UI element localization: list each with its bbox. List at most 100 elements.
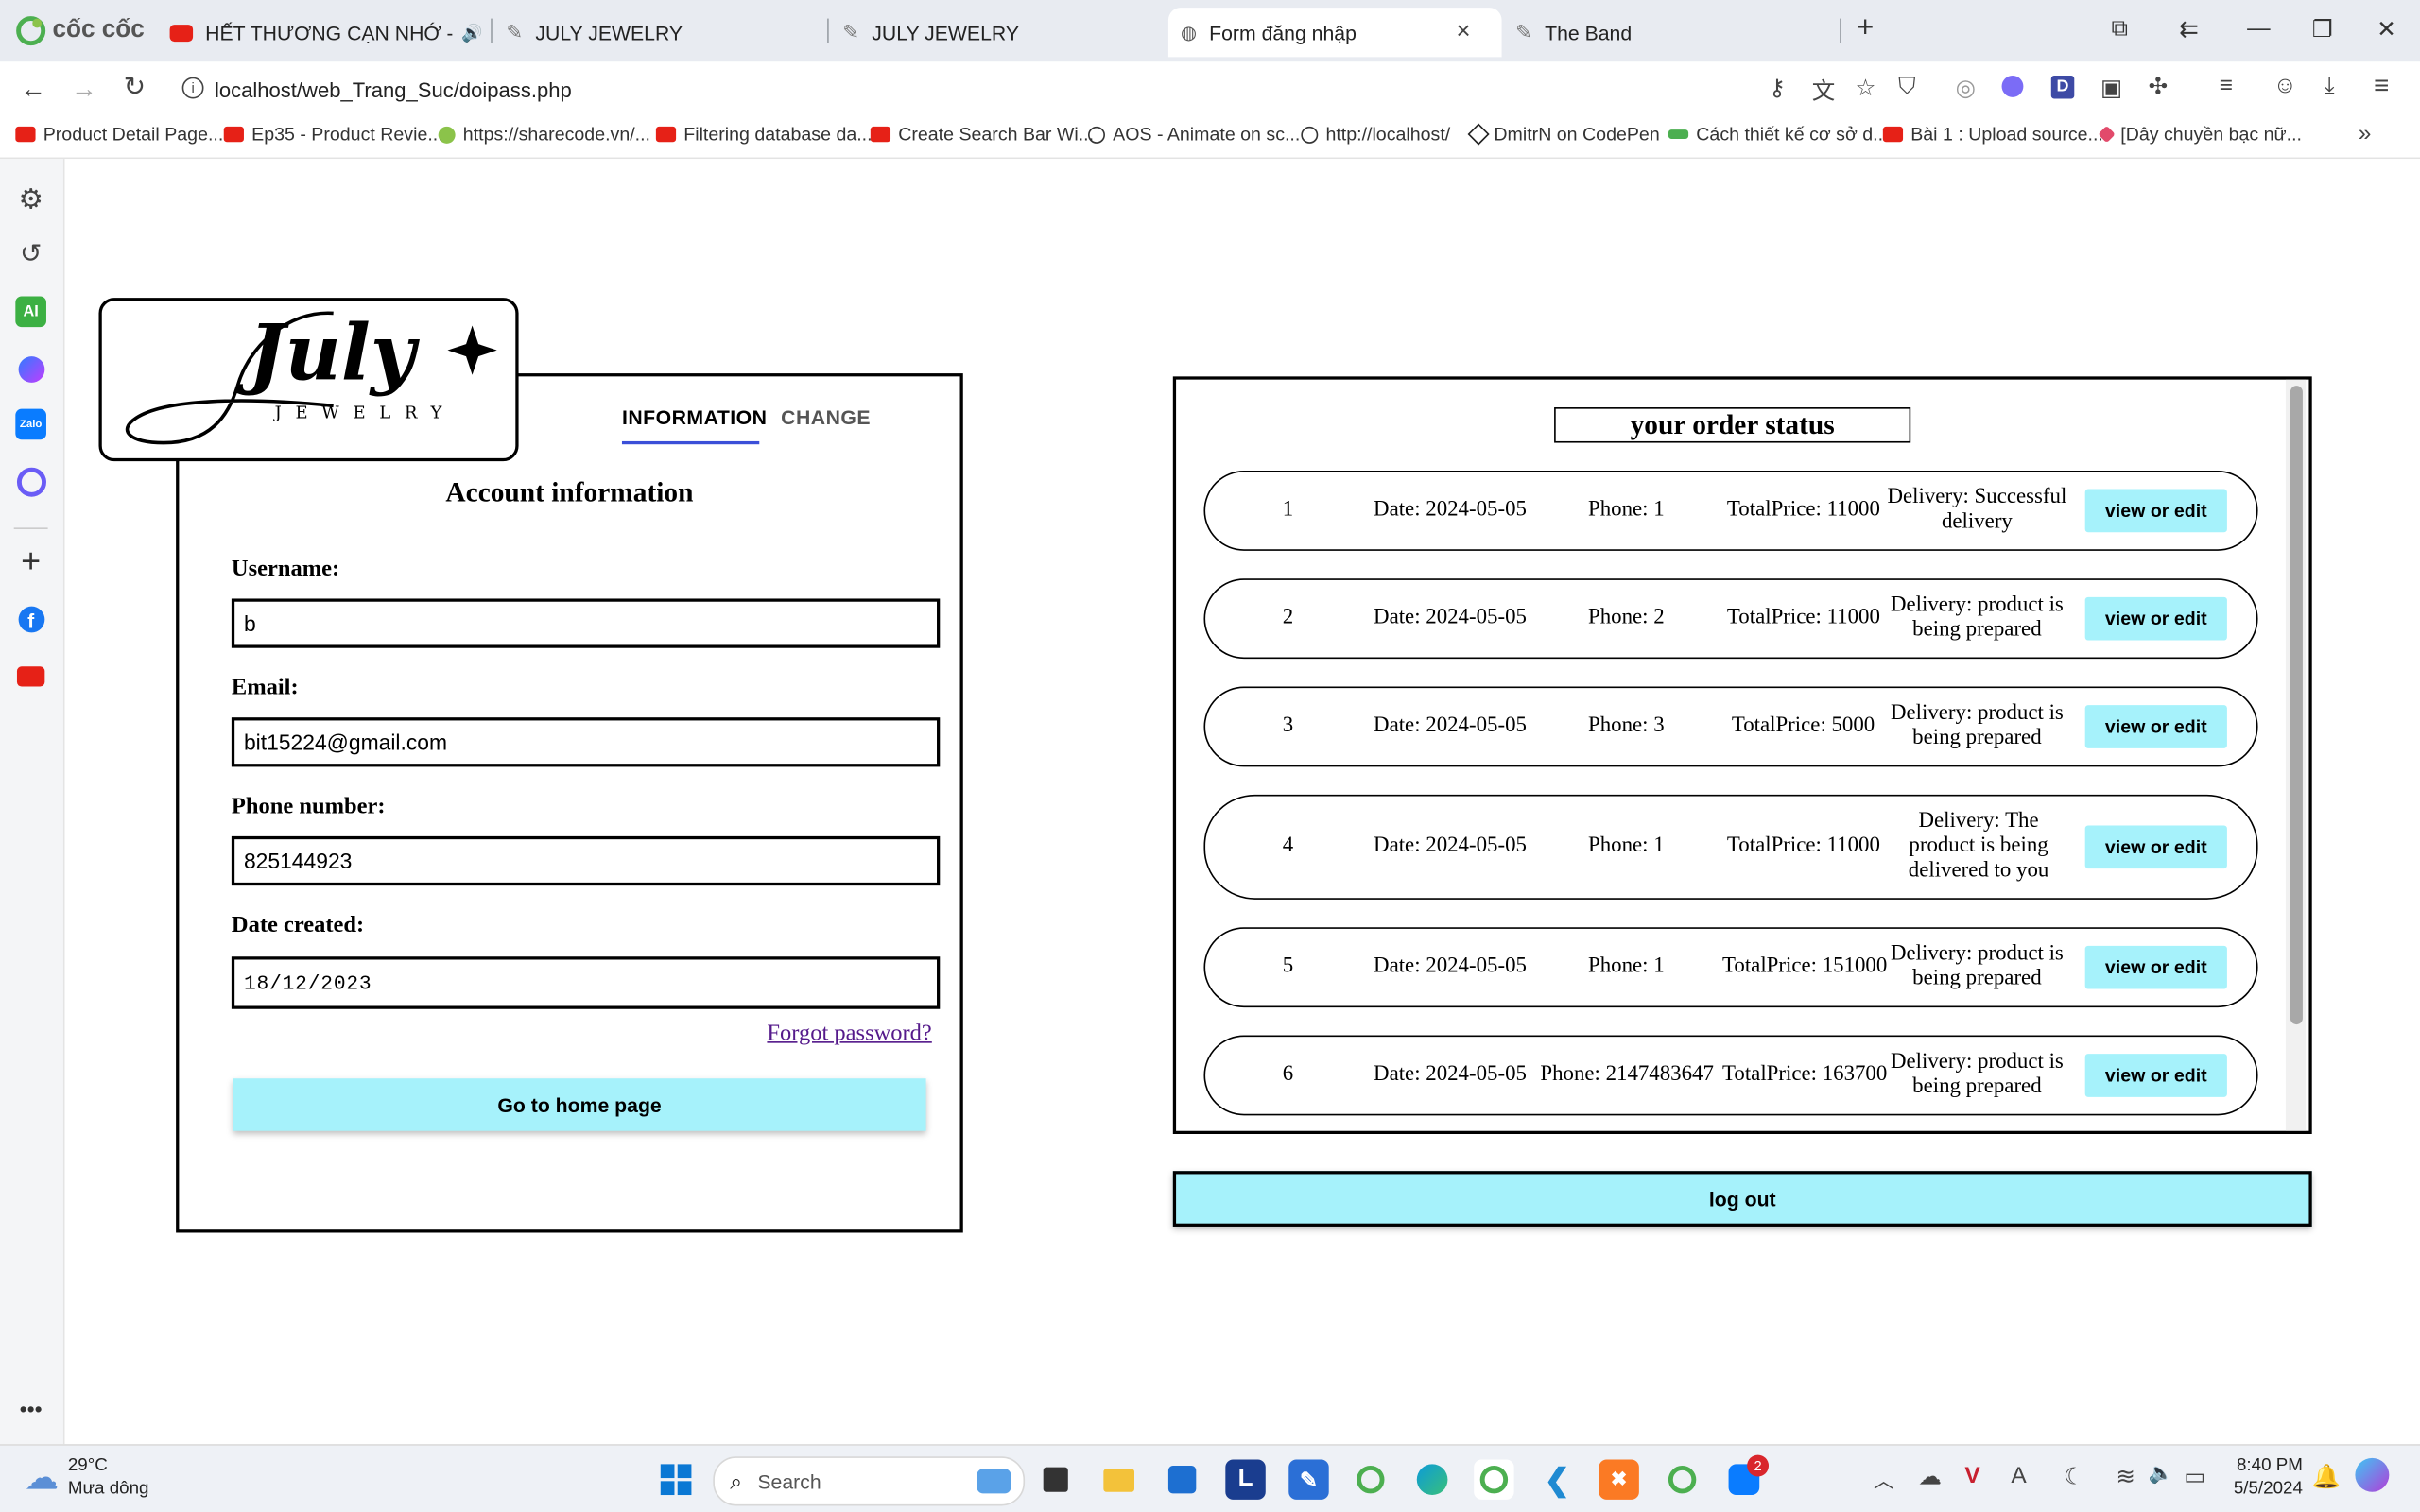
start-icon[interactable] — [656, 1459, 696, 1499]
battery-icon[interactable]: ▭ — [2184, 1463, 2205, 1490]
bookmark-item[interactable]: Bài 1 : Upload source... — [1882, 124, 2103, 145]
back-history-icon[interactable]: ⇇ — [2179, 15, 2199, 43]
view-edit-button[interactable]: view or edit — [2084, 596, 2227, 641]
chevron-up-icon[interactable]: ︿ — [1874, 1464, 1893, 1493]
ai-icon[interactable]: AI — [15, 296, 46, 328]
youtube-icon[interactable] — [15, 661, 46, 692]
bookmark-item[interactable]: http://localhost/ — [1301, 124, 1450, 145]
messenger-icon[interactable] — [15, 353, 46, 385]
view-edit-button[interactable]: view or edit — [2084, 705, 2227, 748]
shield-icon[interactable]: ⛉ — [1898, 74, 1915, 100]
extension-image-icon[interactable]: ▣ — [2100, 74, 2122, 102]
more-icon[interactable]: ••• — [15, 1393, 46, 1424]
bell-icon[interactable]: 🔔 — [2312, 1463, 2342, 1490]
playlist-icon[interactable]: ≡ — [2220, 73, 2233, 99]
task-view-icon[interactable] — [1036, 1459, 1076, 1499]
coccoc-active-icon[interactable] — [1474, 1459, 1514, 1500]
bookmark-item[interactable]: AOS - Animate on sc... — [1088, 124, 1300, 145]
facebook-icon[interactable]: f — [15, 603, 46, 634]
bookmark-item[interactable]: Ep35 - Product Revie... — [223, 124, 443, 145]
new-tab-button[interactable]: + — [1857, 12, 1874, 46]
store-icon[interactable] — [1162, 1459, 1201, 1499]
go-home-button[interactable]: Go to home page — [233, 1078, 926, 1131]
more-bookmarks-icon[interactable]: » — [2359, 120, 2372, 146]
bookmark-item[interactable]: Create Search Bar Wi... — [870, 124, 1094, 145]
temperature: 29°C — [67, 1456, 108, 1475]
close-tab-icon[interactable]: × — [1456, 19, 1470, 46]
logo-subtext: JEWELRY — [274, 403, 457, 423]
tab-change[interactable]: CHANGE — [781, 405, 871, 428]
drawing-app-icon[interactable]: ✎ — [1288, 1459, 1329, 1500]
tab-music[interactable]: HẾT THƯƠNG CẠN NHỚ - ĐỨ 🔊 — [164, 8, 493, 57]
weather-widget[interactable]: ☁ 29°C Mưa dông — [25, 1455, 148, 1502]
bookmark-item[interactable]: Cách thiết kế cơ sở d... — [1668, 124, 1888, 145]
compass-icon[interactable]: ◎ — [1956, 74, 1976, 102]
bookmark-item[interactable]: https://sharecode.vn/... — [438, 124, 650, 145]
order-row: 4 Date: 2024-05-05 Phone: 1 TotalPrice: … — [1203, 794, 2258, 900]
minimize-icon[interactable]: — — [2247, 15, 2270, 42]
info-icon[interactable]: i — [182, 77, 204, 99]
scrollbar-thumb[interactable] — [2290, 386, 2303, 1025]
bookmark-item[interactable]: DmitrN on CodePen — [1467, 123, 1660, 146]
volume-icon[interactable]: 🔈 — [2149, 1461, 2173, 1486]
weather-text: Mưa dông — [67, 1479, 149, 1499]
letter-app-icon[interactable]: L — [1225, 1459, 1266, 1500]
menu-icon[interactable]: ≡ — [2374, 71, 2389, 102]
tab-july-jewelry-2[interactable]: ✎ JULY JEWELRY — [839, 8, 1164, 57]
logout-button[interactable]: log out — [1172, 1171, 2312, 1227]
settings-icon[interactable]: ⚙ — [15, 182, 46, 215]
history-icon[interactable]: ↺ — [15, 239, 46, 270]
browser-logo[interactable]: cốc cốc — [15, 15, 145, 46]
coccoc-taskbar-icon[interactable] — [1351, 1459, 1391, 1499]
star-icon[interactable]: ☆ — [1855, 74, 1876, 102]
taskbar-search[interactable]: ⌕ Search — [713, 1456, 1026, 1506]
phone-field[interactable] — [231, 835, 941, 886]
tab-information[interactable]: INFORMATION — [622, 405, 768, 428]
vscode-icon[interactable]: ❮ — [1537, 1459, 1577, 1499]
file-explorer-icon[interactable] — [1098, 1459, 1138, 1499]
forgot-password-link[interactable]: Forgot password? — [767, 1022, 931, 1048]
key-icon[interactable]: ⚷ — [1769, 74, 1786, 102]
bookmark-item[interactable]: Product Detail Page... — [15, 124, 223, 145]
date-created-field[interactable] — [231, 956, 941, 1009]
july-jewelry-logo[interactable]: July JEWELRY — [98, 298, 519, 462]
maximize-icon[interactable]: ❐ — [2312, 15, 2333, 43]
screenshot-search-icon[interactable]: ⧉ — [2111, 15, 2127, 42]
clock[interactable]: 8:40 PM 5/5/2024 — [2222, 1455, 2303, 1502]
order-total: TotalPrice: 11000 — [1726, 606, 1880, 630]
tab-july-jewelry-1[interactable]: ✎ JULY JEWELRY — [503, 8, 827, 57]
translate-icon[interactable]: 文 — [1812, 74, 1836, 106]
email-field[interactable] — [231, 717, 941, 767]
url-bar[interactable]: localhost/web_Trang_Suc/doipass.php — [215, 78, 572, 101]
forward-icon[interactable]: → — [71, 74, 97, 105]
extension-purple-icon[interactable] — [2001, 75, 2024, 97]
download-icon[interactable]: ⤓ — [2325, 73, 2335, 99]
zalo-icon[interactable]: Zalo — [15, 408, 46, 440]
view-edit-button[interactable]: view or edit — [2084, 1054, 2227, 1097]
search-q-icon[interactable] — [15, 466, 46, 497]
font-icon[interactable]: A — [2011, 1463, 2026, 1489]
back-icon[interactable]: ← — [20, 74, 46, 105]
antivirus-icon[interactable]: V — [1964, 1463, 1979, 1489]
reload-icon[interactable]: ↻ — [124, 73, 146, 104]
xampp-icon[interactable]: ✖ — [1599, 1459, 1639, 1500]
coccoc-alt-icon[interactable] — [1662, 1459, 1702, 1499]
bookmark-item[interactable]: [Dây chuyền bạc nữ... — [2098, 124, 2302, 145]
cloud-sync-icon[interactable]: ☁ — [1918, 1463, 1941, 1490]
username-field[interactable] — [231, 598, 941, 648]
view-edit-button[interactable]: view or edit — [2084, 489, 2227, 533]
tab-the-band[interactable]: ✎ The Band — [1512, 8, 1837, 57]
add-icon[interactable]: + — [15, 541, 46, 580]
close-window-icon[interactable]: ✕ — [2377, 15, 2396, 43]
avatar-icon[interactable]: ☺ — [2273, 73, 2297, 99]
view-edit-button[interactable]: view or edit — [2084, 825, 2227, 869]
extension-d-icon[interactable]: D — [2050, 75, 2075, 99]
copilot-icon[interactable] — [2355, 1457, 2390, 1492]
moon-icon[interactable]: ☾ — [2064, 1463, 2084, 1490]
bookmark-item[interactable]: Filtering database da... — [655, 124, 873, 145]
tab-form-dang-nhap[interactable]: ◍ Form đăng nhập × — [1167, 8, 1502, 58]
edge-icon[interactable] — [1412, 1459, 1452, 1499]
wifi-icon[interactable]: ≋ — [2116, 1463, 2135, 1490]
puzzle-icon[interactable]: ✣ — [2149, 73, 2169, 100]
view-edit-button[interactable]: view or edit — [2084, 945, 2227, 989]
